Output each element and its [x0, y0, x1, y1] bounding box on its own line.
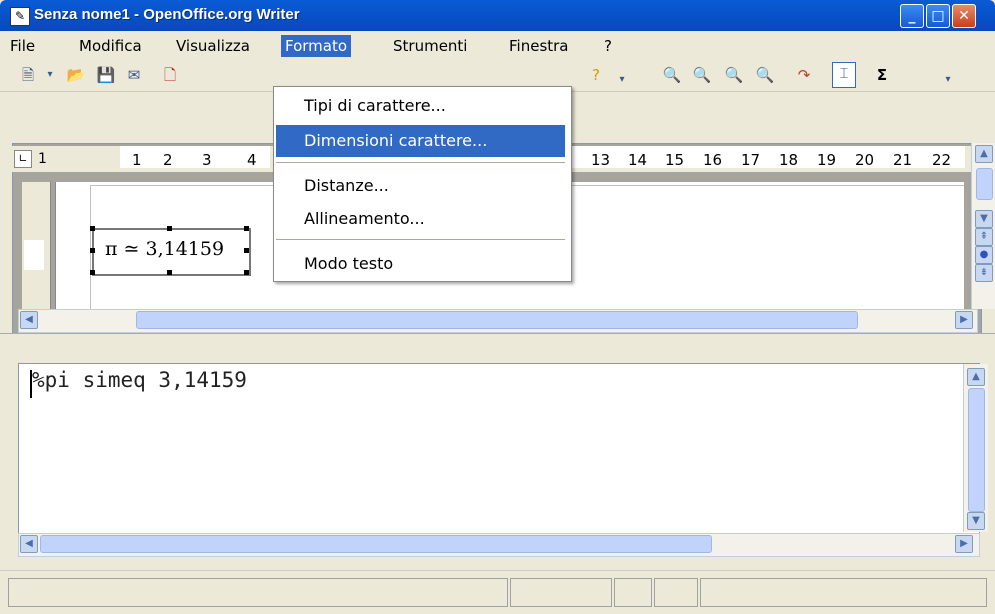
scroll-thumb[interactable]	[40, 535, 712, 553]
email-icon[interactable]: ✉	[124, 65, 144, 85]
zoom-page-icon[interactable]: 🔍	[755, 65, 775, 85]
menu-modifica[interactable]: Modifica	[75, 35, 146, 57]
maximize-icon[interactable]: □	[926, 4, 950, 28]
ruler-tick: 20	[855, 151, 875, 169]
menu-bar	[0, 31, 995, 59]
pane-splitter[interactable]	[0, 333, 995, 364]
menu-item-font[interactable]: Tipi di carattere...	[276, 90, 565, 122]
ruler-tick: 19	[817, 151, 837, 169]
ruler-tick: 21	[893, 151, 913, 169]
previous-page-icon[interactable]: ⇞	[975, 228, 993, 246]
status-field-main	[8, 578, 508, 607]
scroll-right-icon[interactable]: ▶	[955, 311, 973, 329]
ruler-tick: 16	[703, 151, 723, 169]
scroll-left-icon[interactable]: ◀	[20, 535, 38, 553]
symbols-icon[interactable]: Σ	[872, 65, 892, 85]
menu-formato[interactable]: Formato	[281, 35, 352, 57]
zoom-100-icon[interactable]: 🔍	[724, 65, 744, 85]
status-field-3	[614, 578, 652, 607]
scroll-down-icon[interactable]: ▼	[975, 210, 993, 228]
menu-separator	[276, 162, 565, 163]
menu-help[interactable]: ?	[600, 35, 616, 57]
menu-item-font-size[interactable]: Dimensioni carattere...	[276, 125, 565, 157]
ruler-tick: 14	[628, 151, 648, 169]
scroll-left-icon[interactable]: ◀	[20, 311, 38, 329]
minimize-icon[interactable]: _	[900, 4, 924, 28]
resize-handle[interactable]	[90, 226, 95, 231]
resize-handle[interactable]	[90, 270, 95, 275]
scroll-thumb[interactable]	[968, 388, 985, 512]
open-folder-icon[interactable]: 📂	[66, 65, 86, 85]
new-document-icon[interactable]: 🗎	[18, 65, 38, 85]
toolbar-overflow-icon-2[interactable]: ▾	[938, 70, 958, 90]
toolbar-overflow-icon[interactable]: ▾	[612, 70, 632, 90]
app-icon: ✎	[10, 7, 30, 26]
status-field-2	[510, 578, 612, 607]
export-pdf-icon[interactable]: 🗋	[160, 65, 180, 85]
ruler-left-marker: 1	[38, 151, 47, 167]
help-icon[interactable]: ?	[586, 65, 606, 85]
navigation-icon[interactable]: ●	[975, 246, 993, 264]
scroll-right-icon[interactable]: ▶	[955, 535, 973, 553]
resize-handle[interactable]	[244, 248, 249, 253]
window-title: Senza nome1 - OpenOffice.org Writer	[34, 6, 300, 23]
ruler-tick: 3	[202, 151, 212, 169]
ruler-tick: 18	[779, 151, 799, 169]
formula-display: π ≃ 3,14159	[105, 238, 225, 260]
zoom-out-icon[interactable]: 🔍	[692, 65, 712, 85]
menu-separator	[276, 239, 565, 240]
formula-cursor-icon[interactable]: ⌶	[832, 62, 856, 88]
tab-stop-icon[interactable]: ∟	[14, 150, 32, 168]
resize-handle[interactable]	[244, 270, 249, 275]
ruler-tick: 4	[247, 151, 257, 169]
menu-item-text-mode[interactable]: Modo testo	[276, 248, 565, 280]
ruler-tick: 13	[591, 151, 611, 169]
scroll-thumb[interactable]	[976, 168, 993, 200]
save-icon[interactable]: 💾	[96, 65, 116, 85]
menu-item-alignment[interactable]: Allineamento...	[276, 203, 565, 235]
scroll-up-icon[interactable]: ▲	[967, 368, 985, 386]
menu-finestra[interactable]: Finestra	[505, 35, 573, 57]
dropdown-arrow-icon[interactable]: ▾	[40, 65, 60, 85]
status-field-5	[700, 578, 987, 607]
resize-handle[interactable]	[244, 226, 249, 231]
scroll-up-icon[interactable]: ▲	[975, 145, 993, 163]
ruler-tick: 15	[665, 151, 685, 169]
ruler-tick: 22	[932, 151, 952, 169]
next-page-icon[interactable]: ⇟	[975, 264, 993, 282]
status-field-4	[654, 578, 698, 607]
close-icon[interactable]: ✕	[952, 4, 976, 28]
ruler-tick: 2	[163, 151, 173, 169]
update-icon[interactable]: ↷	[794, 65, 814, 85]
menu-strumenti[interactable]: Strumenti	[389, 35, 471, 57]
vertical-ruler-page	[24, 240, 44, 270]
ruler-tick: 1	[132, 151, 142, 169]
menu-file[interactable]: File	[6, 35, 39, 57]
formula-command-text[interactable]: %pi simeq 3,14159	[32, 368, 247, 392]
ruler-tick: 17	[741, 151, 761, 169]
zoom-in-icon[interactable]: 🔍	[662, 65, 682, 85]
scroll-thumb[interactable]	[136, 311, 858, 329]
menu-item-spacing[interactable]: Distanze...	[276, 170, 565, 202]
resize-handle[interactable]	[167, 270, 172, 275]
resize-handle[interactable]	[167, 226, 172, 231]
scroll-down-icon[interactable]: ▼	[967, 512, 985, 530]
menu-visualizza[interactable]: Visualizza	[172, 35, 254, 57]
resize-handle[interactable]	[90, 248, 95, 253]
